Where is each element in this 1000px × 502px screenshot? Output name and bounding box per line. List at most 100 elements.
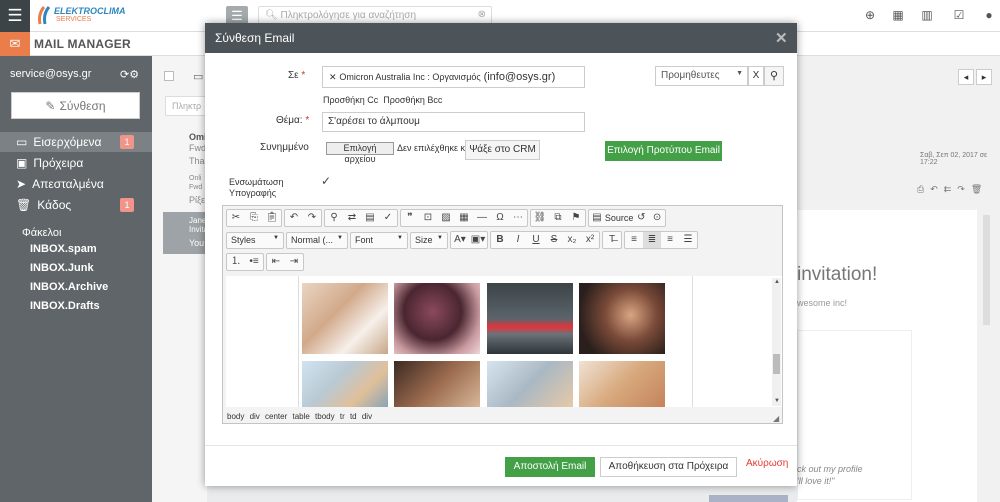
subject-input[interactable]: Σ'αρέσει το άλμπουμ	[322, 112, 585, 132]
list-item[interactable]: Fwd	[189, 184, 202, 191]
align-right-icon[interactable]: ≡	[661, 232, 679, 248]
undo-icon[interactable]: ↶	[285, 210, 303, 226]
copy-icon[interactable]: ⎘	[245, 210, 263, 226]
sidebar-item-drafts[interactable]: ▣ Πρόχειρα	[0, 153, 152, 173]
album-photo[interactable]	[487, 361, 573, 407]
italic-icon[interactable]: I	[509, 232, 527, 248]
close-icon[interactable]: ✕	[775, 29, 788, 47]
save-draft-button[interactable]: Αποθήκευση στα Πρόχειρα	[600, 457, 737, 477]
preview-icon[interactable]: ⊙	[649, 210, 665, 226]
underline-icon[interactable]: U	[527, 232, 545, 248]
list-item[interactable]: Ρίξε	[189, 195, 205, 205]
source-icon[interactable]: ▤	[589, 210, 605, 226]
text-color-icon[interactable]: A▾	[451, 232, 469, 248]
numbered-list-icon[interactable]: ⒈	[227, 254, 245, 270]
add-icon[interactable]: ⊕	[862, 8, 878, 24]
list-item[interactable]: Omi	[189, 132, 207, 142]
div-icon[interactable]: ⊡	[419, 210, 437, 226]
superscript-icon[interactable]: x²	[581, 232, 599, 248]
paste-icon[interactable]: 📋︎	[263, 210, 281, 226]
font-dropdown[interactable]: Font ▼	[350, 231, 408, 249]
align-center-icon[interactable]: ≣	[643, 232, 661, 248]
indent-icon[interactable]: ⇥	[285, 254, 303, 270]
refresh-settings-icons[interactable]: ⟳⚙	[120, 68, 139, 81]
size-dropdown[interactable]: Size ▼	[410, 231, 448, 249]
sidebar-item-sent[interactable]: ➤ Απεσταλμένα	[0, 174, 152, 194]
link-icon[interactable]: ⛓	[531, 210, 549, 226]
strike-icon[interactable]: S	[545, 232, 563, 248]
album-photo[interactable]	[302, 283, 388, 354]
list-item[interactable]: Onli	[189, 175, 201, 182]
remove-format-icon[interactable]: T̶	[603, 232, 621, 248]
subscript-icon[interactable]: x₂	[563, 232, 581, 248]
calendar-icon[interactable]: ▦	[890, 8, 906, 24]
album-photo[interactable]	[579, 283, 665, 354]
message-actions[interactable]: ⎙ ↶ ⇇ ↷ 🗑︎	[917, 184, 993, 198]
hamburger-menu-icon[interactable]: ☰	[0, 0, 30, 32]
recipient-field[interactable]: ✕ Omicron Australia Inc : Οργανισμός (in…	[322, 66, 585, 88]
special-char-icon[interactable]: Ω	[491, 210, 509, 226]
blockquote-icon[interactable]: ❞	[401, 210, 419, 226]
remove-recipient-icon[interactable]: ✕	[329, 72, 337, 82]
album-photo[interactable]	[487, 283, 573, 354]
folder-drafts[interactable]: INBOX.Drafts	[30, 300, 100, 312]
send-email-button[interactable]: Αποστολή Email	[505, 457, 595, 477]
image-icon[interactable]: ▨	[437, 210, 455, 226]
recipient-source-select[interactable]: Προμηθευτες ▼	[655, 66, 748, 86]
replace-icon[interactable]: ⇄	[343, 210, 361, 226]
sidebar-item-inbox[interactable]: ▭ Εισερχόμενα 1	[0, 132, 152, 152]
list-item[interactable]: Jane	[189, 216, 206, 225]
chart-icon[interactable]: ▥	[919, 8, 935, 24]
bullet-list-icon[interactable]: •≡	[245, 254, 263, 270]
unlink-icon[interactable]: ⧉	[549, 210, 567, 226]
tasks-icon[interactable]: ☑	[951, 8, 967, 24]
folder-junk[interactable]: INBOX.Junk	[30, 262, 94, 274]
clear-select-button[interactable]: X	[748, 66, 764, 86]
choose-file-button[interactable]: Επιλογή αρχείου	[326, 142, 394, 164]
justify-icon[interactable]: ☰	[679, 232, 697, 248]
bold-icon[interactable]: B	[491, 232, 509, 248]
format-dropdown[interactable]: Normal (... ▼	[286, 231, 348, 249]
signature-checkbox[interactable]: ✓	[321, 174, 331, 188]
resize-handle-icon[interactable]: ◢	[773, 414, 779, 423]
align-left-icon[interactable]: ≡	[625, 232, 643, 248]
select-all-icon[interactable]: ▤	[361, 210, 379, 226]
find-icon[interactable]: ⚲	[325, 210, 343, 226]
user-icon[interactable]: ●	[981, 8, 997, 24]
pagebreak-icon[interactable]: ⋯	[509, 210, 527, 226]
search-crm-button[interactable]: Ψάξε στο CRM	[465, 140, 540, 160]
album-photo[interactable]	[394, 361, 480, 407]
sidebar-item-trash[interactable]: 🗑︎ Κάδος 1	[0, 195, 152, 215]
search-icon[interactable]: ⚲	[764, 66, 784, 86]
choose-template-button[interactable]: Επιλογή Προτύπου Email	[605, 141, 722, 161]
list-search-input[interactable]: Πληκτρ	[165, 96, 207, 116]
next-icon[interactable]: ▸	[976, 69, 992, 85]
prev-icon[interactable]: ◂	[958, 69, 974, 85]
cancel-button[interactable]: Ακύρωση	[746, 458, 788, 469]
spellcheck-icon[interactable]: ✓	[379, 210, 397, 226]
album-photo[interactable]	[302, 361, 388, 407]
preview-scrollbar[interactable]	[983, 215, 990, 325]
templates-icon[interactable]: ↺	[633, 210, 649, 226]
redo-icon[interactable]: ↷	[303, 210, 321, 226]
list-item[interactable]: You	[189, 238, 204, 248]
cut-icon[interactable]: ✂	[227, 210, 245, 226]
source-button[interactable]: Source	[605, 210, 634, 226]
editor-scroll-thumb[interactable]	[773, 354, 780, 374]
album-photo[interactable]	[394, 283, 480, 354]
hr-icon[interactable]: ―	[473, 210, 491, 226]
select-all-checkbox[interactable]	[164, 71, 174, 81]
clear-search-icon[interactable]: ⊗	[478, 9, 486, 20]
scroll-down-icon[interactable]: ▼	[774, 398, 780, 404]
styles-dropdown[interactable]: Styles ▼	[226, 231, 284, 249]
scroll-up-icon[interactable]: ▲	[774, 279, 780, 285]
add-bcc-link[interactable]: Προσθήκη Bcc	[383, 95, 442, 105]
profile-button[interactable]	[709, 495, 788, 502]
table-icon[interactable]: ▦	[455, 210, 473, 226]
bg-color-icon[interactable]: ▣▾	[469, 232, 487, 248]
compose-button[interactable]: ✎ Σύνθεση	[11, 92, 140, 119]
outdent-icon[interactable]: ⇤	[267, 254, 285, 270]
anchor-icon[interactable]: ⚑	[567, 210, 585, 226]
album-photo[interactable]	[579, 361, 665, 407]
editor-scrollbar[interactable]	[772, 278, 781, 406]
